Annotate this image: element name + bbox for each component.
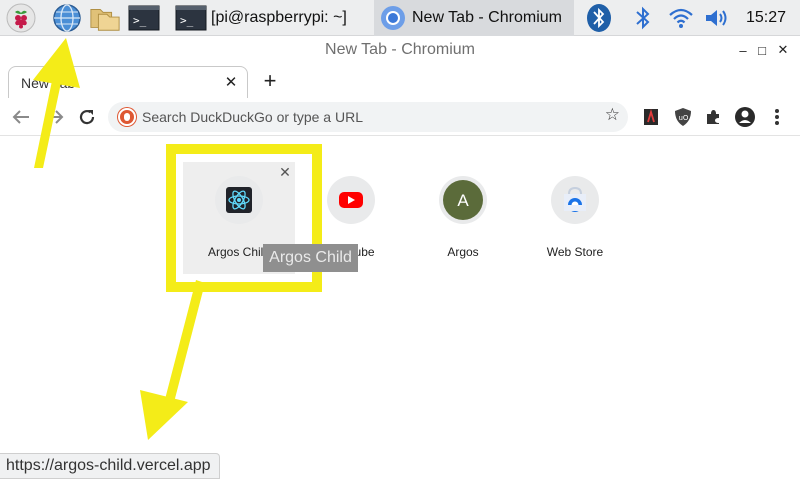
taskbar-task-terminal[interactable]: >_ [pi@raspberrypi: ~]: [170, 0, 370, 36]
tab-title: New Tab: [21, 75, 76, 91]
wifi-status[interactable]: [666, 0, 696, 36]
terminal-launcher[interactable]: >_: [128, 3, 160, 33]
reload-icon: [79, 109, 95, 125]
shortcut-label: Web Store: [546, 245, 604, 259]
minimize-button[interactable]: ‒: [733, 40, 753, 60]
taskbar-task-label: [pi@raspberrypi: ~]: [211, 9, 347, 26]
wifi-icon: [669, 8, 693, 28]
chrome-web-store-icon: [564, 186, 586, 212]
file-manager-launcher[interactable]: [89, 3, 121, 33]
svg-text:uO: uO: [679, 114, 689, 122]
bluetooth-status[interactable]: [630, 0, 656, 36]
shortcut-icon-circle: A: [439, 176, 487, 224]
globe-icon: [53, 4, 81, 32]
new-tab-button[interactable]: +: [258, 68, 282, 94]
puzzle-piece-icon: [707, 110, 719, 124]
forward-button[interactable]: [42, 104, 68, 130]
profile-button[interactable]: [732, 104, 758, 130]
more-vertical-icon: [775, 109, 779, 125]
taskbar: >_ >_ [pi@raspberrypi: ~] New Tab - Chro…: [0, 0, 800, 36]
svg-text:A: A: [457, 191, 469, 210]
terminal-icon: >_: [128, 5, 160, 31]
taskbar-task-chromium[interactable]: New Tab - Chromium: [374, 0, 574, 36]
address-bar[interactable]: Search DuckDuckGo or type a URL ☆: [108, 102, 628, 132]
status-bar-url: https://argos-child.vercel.app: [0, 453, 220, 479]
taskbar-task-label: New Tab - Chromium: [412, 9, 562, 26]
raspberry-icon: [6, 3, 36, 33]
window-titlebar: New Tab - Chromium ‒ □ ✕: [0, 36, 800, 64]
ublock-shield-icon: uO: [675, 108, 691, 126]
raspberry-menu-button[interactable]: [5, 3, 37, 33]
web-browser-launcher[interactable]: [51, 3, 83, 33]
bluetooth-logo-icon: [587, 4, 611, 32]
shortcut-tile-argos[interactable]: A Argos: [407, 162, 519, 274]
bluetooth-icon: [636, 6, 650, 30]
extension-icon: [644, 108, 658, 125]
volume-control[interactable]: [702, 0, 734, 36]
tab-close-icon[interactable]: ✕: [221, 72, 241, 92]
shortcut-icon-circle: [551, 176, 599, 224]
annotation-arrow-down: [140, 280, 205, 440]
arrow-right-icon: [47, 110, 64, 124]
account-circle-icon: [735, 107, 755, 127]
shortcut-tile-web-store[interactable]: Web Store: [519, 162, 631, 274]
clock[interactable]: 15:27: [746, 9, 786, 27]
maximize-button[interactable]: □: [752, 40, 772, 60]
folder-icon: [90, 9, 120, 31]
browser-toolbar: Search DuckDuckGo or type a URL ☆ uO: [0, 98, 800, 136]
extensions-menu-button[interactable]: [700, 104, 726, 130]
youtube-icon: [339, 192, 363, 208]
window-title: New Tab - Chromium: [325, 41, 475, 58]
tab-new-tab[interactable]: New Tab ✕: [8, 66, 248, 98]
browser-menu-button[interactable]: [764, 104, 790, 130]
address-placeholder: Search DuckDuckGo or type a URL: [142, 109, 363, 125]
arrow-left-icon: [12, 110, 29, 124]
screen: >_ >_ [pi@raspberrypi: ~] New Tab - Chro…: [0, 0, 800, 480]
tooltip: Argos Child: [263, 244, 358, 272]
reload-button[interactable]: [74, 104, 100, 130]
svg-text:>_: >_: [180, 14, 194, 27]
shortcut-icon-circle: [327, 176, 375, 224]
chromium-icon: [381, 6, 405, 30]
terminal-icon: >_: [175, 5, 207, 31]
shortcut-label: Argos: [447, 245, 479, 259]
back-button[interactable]: [8, 104, 34, 130]
volume-icon: [706, 10, 727, 26]
tab-strip: New Tab ✕ +: [0, 64, 800, 98]
svg-text:>_: >_: [133, 14, 147, 27]
extension-button-1[interactable]: [638, 104, 664, 130]
close-window-button[interactable]: ✕: [773, 40, 793, 60]
ublock-button[interactable]: uO: [670, 104, 696, 130]
bluetooth-tray-button[interactable]: [584, 0, 614, 36]
duckduckgo-icon: [118, 108, 136, 126]
letter-a-icon: A: [443, 180, 483, 220]
bookmark-star-icon[interactable]: ☆: [605, 105, 620, 125]
